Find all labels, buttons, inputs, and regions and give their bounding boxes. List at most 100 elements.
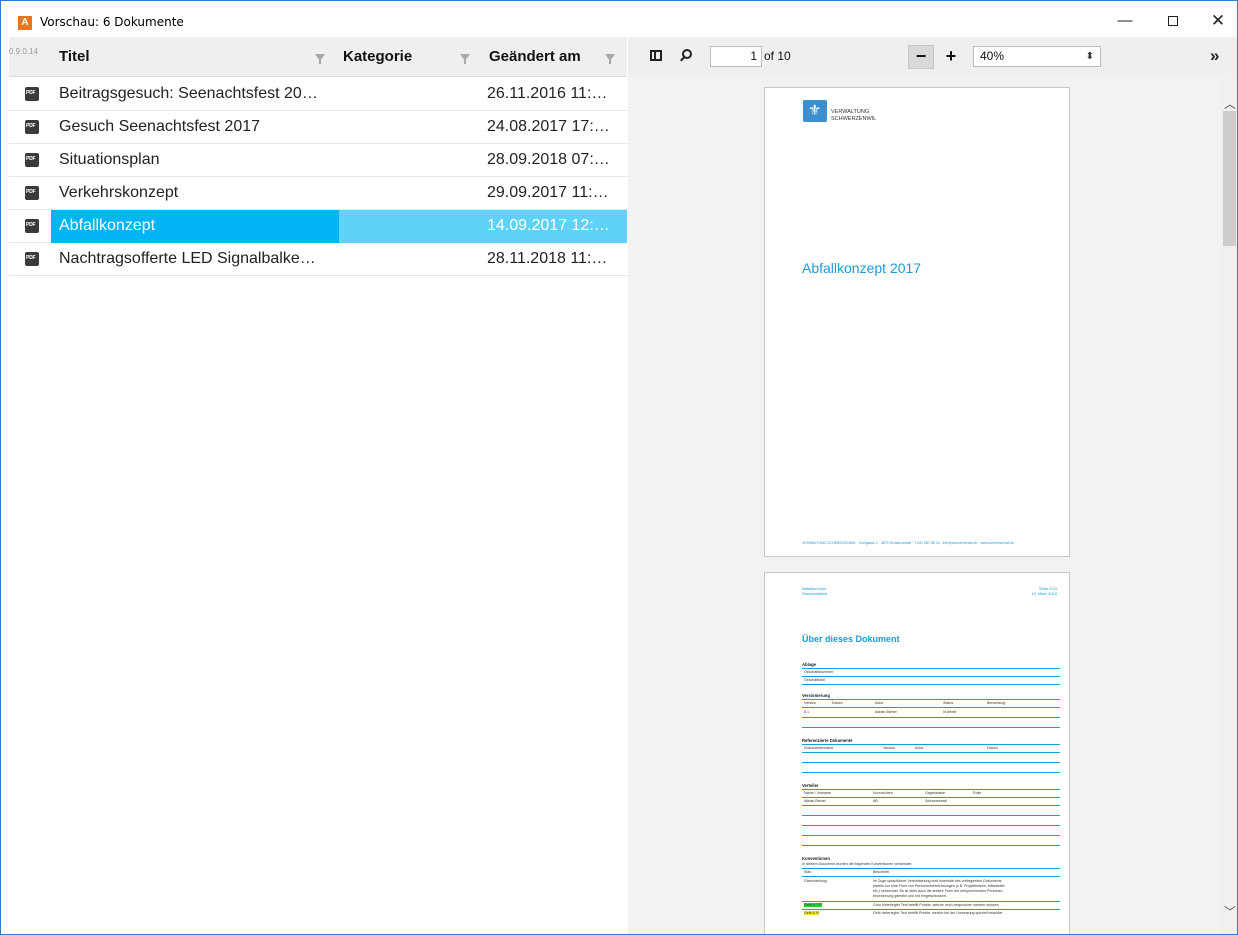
pdf-icon <box>25 219 39 233</box>
table-row[interactable]: Nachtragsofferte LED Signalbalke… 28.11.… <box>9 243 627 276</box>
konventionen-text: In diesem Dokument wurden die folgenden … <box>802 862 912 866</box>
pdf-icon <box>25 87 39 101</box>
window-title: Vorschau: 6 Dokumente <box>40 15 184 29</box>
pdf-icon <box>25 186 39 200</box>
table-cell: Beschrieb <box>873 870 889 874</box>
table-cell: Geschäftsnummer <box>804 670 834 674</box>
app-icon: A <box>18 16 32 30</box>
row-title: Gesuch Seenachtsfest 2017 <box>59 118 261 135</box>
page-footer: VERWALTUNG SCHWERZENWIL · Dorfgasse 1 · … <box>802 541 1015 545</box>
pdf-icon <box>25 252 39 266</box>
table-line <box>802 772 1060 773</box>
table-line <box>802 684 1060 685</box>
table-cell: Adrian Bieher <box>875 710 897 714</box>
zoom-out-button[interactable]: − <box>908 45 934 69</box>
row-title: Beitragsgesuch: Seenachtsfest 20… <box>59 85 318 102</box>
table-line <box>802 835 1060 836</box>
table-line <box>802 789 1060 790</box>
table-cell: Name / Vorname <box>804 791 831 795</box>
table-line <box>802 797 1060 798</box>
filter-geaendert-icon[interactable] <box>605 54 615 64</box>
section-konventionen: Konventionen <box>802 856 830 861</box>
table-cell: jeweils nur eine Form von Personenbezeic… <box>873 884 1005 888</box>
table-row[interactable]: Verkehrskonzept 29.09.2017 11:… <box>9 177 627 210</box>
table-cell: Version <box>883 746 895 750</box>
zoom-in-button[interactable]: + <box>940 45 962 69</box>
scroll-up-icon[interactable]: ︿ <box>1224 95 1236 112</box>
pdf-icon <box>25 153 39 167</box>
column-header-kategorie[interactable]: Kategorie <box>343 48 412 65</box>
scroll-down-icon[interactable]: ﹀ <box>1224 903 1236 920</box>
row-date: 14.09.2017 12:… <box>487 217 610 234</box>
table-cell: Gleichstellung <box>804 879 827 883</box>
sidebar-toggle-icon[interactable] <box>650 50 662 61</box>
filter-kategorie-icon[interactable] <box>460 54 470 64</box>
table-cell: bezeichnung gemeint und mit eingeschloss… <box>873 894 947 898</box>
table-line <box>802 752 1060 753</box>
header-left-line: Seenachtsfest <box>802 591 828 596</box>
table-row-selected[interactable]: Abfallkonzept 14.09.2017 12:… <box>9 210 627 243</box>
close-button[interactable]: ✕ <box>1207 11 1229 31</box>
table-line <box>802 901 1060 902</box>
table-cell: Autor <box>915 746 924 750</box>
table-row[interactable]: Situationsplan 28.09.2018 07:… <box>9 144 627 177</box>
table-cell: AB <box>873 799 878 803</box>
table-cell: In Arbeit <box>943 710 957 714</box>
row-title: Verkehrskonzept <box>59 184 179 201</box>
row-date: 26.11.2016 11:… <box>487 85 608 102</box>
pdf-viewer: 1 of 10 − + 40% ⬍ » VERWALTUNG SCHWERZEN… <box>628 37 1237 934</box>
section-ablage: Ablage <box>802 662 816 667</box>
page-header-right: Seite 2/10 10. März 2018 <box>1031 586 1057 596</box>
table-cell: Gelb & !!! <box>804 911 819 915</box>
pages-container[interactable]: VERWALTUNG SCHWERZENWIL Abfallkonzept 20… <box>628 75 1221 934</box>
grid-header: 0.9.0.14 Titel Kategorie Geändert am <box>9 37 627 77</box>
maximize-button[interactable] <box>1162 11 1184 31</box>
document-rows: Beitragsgesuch: Seenachtsfest 20… 26.11.… <box>9 78 627 276</box>
row-title: Abfallkonzept <box>59 217 156 234</box>
search-icon[interactable] <box>682 49 692 59</box>
org-line-2: SCHWERZENWIL <box>831 116 877 122</box>
row-date: 28.11.2018 11:… <box>487 250 608 267</box>
table-cell: Status <box>943 701 954 705</box>
table-line <box>802 805 1060 806</box>
zoom-select[interactable]: 40% ⬍ <box>973 46 1101 67</box>
org-name: VERWALTUNG SCHWERZENWIL <box>831 109 876 123</box>
scrollbar-thumb[interactable] <box>1223 111 1236 246</box>
table-row[interactable]: Beitragsgesuch: Seenachtsfest 20… 26.11.… <box>9 78 627 111</box>
table-cell: 0.1 <box>804 710 809 714</box>
row-date: 29.09.2017 11:… <box>487 184 609 201</box>
version-label: 0.9.0.14 <box>9 47 38 56</box>
pdf-page-2: Abfallkonzept Seenachtsfest Seite 2/10 1… <box>764 572 1070 934</box>
table-line <box>802 727 1060 728</box>
row-title: Nachtragsofferte LED Signalbalke… <box>59 250 316 267</box>
row-date: 28.09.2018 07:… <box>487 151 610 168</box>
vertical-scrollbar[interactable]: ︿ ﹀ <box>1221 75 1237 934</box>
table-line <box>802 876 1060 877</box>
page-number-input[interactable]: 1 <box>710 46 762 67</box>
table-cell: Gelb hinterlegter Text betrifft Punkte, … <box>873 911 1003 915</box>
table-row[interactable]: Gesuch Seenachtsfest 2017 24.08.2017 17:… <box>9 111 627 144</box>
table-line <box>802 762 1060 763</box>
minimize-button[interactable]: — <box>1114 11 1136 31</box>
table-cell: Was <box>804 870 812 874</box>
table-line <box>802 744 1060 745</box>
org-line-1: VERWALTUNG <box>831 109 870 115</box>
viewer-toolbar: 1 of 10 − + 40% ⬍ » <box>628 37 1237 75</box>
table-line <box>802 668 1060 669</box>
column-header-geaendert[interactable]: Geändert am <box>489 48 581 65</box>
pdf-icon <box>25 120 39 134</box>
title-bar: A Vorschau: 6 Dokumente — ✕ <box>1 1 1237 37</box>
row-title: Situationsplan <box>59 151 160 168</box>
pdf-page-1: VERWALTUNG SCHWERZENWIL Abfallkonzept 20… <box>764 87 1070 557</box>
page-count-label: of 10 <box>764 49 791 63</box>
filter-titel-icon[interactable] <box>315 54 325 64</box>
zoom-value: 40% <box>980 49 1005 63</box>
column-header-titel[interactable]: Titel <box>59 48 90 65</box>
table-line <box>802 909 1060 910</box>
table-cell: Dokumentenname <box>804 746 834 750</box>
page-header-left: Abfallkonzept Seenachtsfest <box>802 586 827 596</box>
table-cell: Schwerzenwil <box>925 799 947 803</box>
row-date: 24.08.2017 17:… <box>487 118 610 135</box>
table-cell: Datum <box>987 746 998 750</box>
more-tools-button[interactable]: » <box>1210 46 1219 66</box>
